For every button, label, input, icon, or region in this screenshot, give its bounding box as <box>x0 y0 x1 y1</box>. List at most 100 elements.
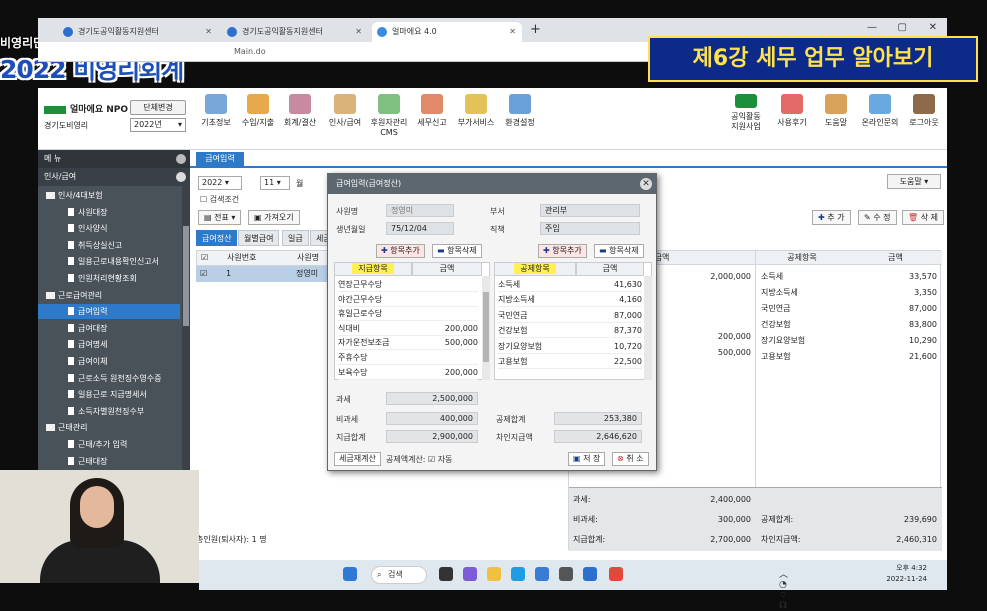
pay-add-item-button[interactable]: ✚ 항목추가 <box>376 244 425 258</box>
toolbar-reviews[interactable]: 사용후기 <box>772 94 812 128</box>
pay-item-name[interactable]: 휴일근로수당 <box>338 306 412 322</box>
scroll-thumb[interactable] <box>183 226 189 326</box>
sidebar-item[interactable]: 인사양식 <box>38 221 180 236</box>
edge-icon[interactable] <box>511 567 525 581</box>
birth-field[interactable]: 75/12/04 <box>386 222 454 235</box>
position-field[interactable]: 주임 <box>540 222 640 235</box>
pay-item-amount[interactable]: 200,000 <box>412 321 478 336</box>
deduction-item-name[interactable]: 국민연금 <box>498 308 576 323</box>
deduction-item-amount[interactable]: 41,630 <box>576 277 642 292</box>
close-icon[interactable]: ✕ <box>205 22 212 42</box>
year-select[interactable]: 2022년 ▾ <box>130 118 186 132</box>
maximize-button[interactable]: ▢ <box>898 22 907 33</box>
sidebar-item[interactable]: 소득자별원천징수부 <box>38 404 180 419</box>
pay-item-name[interactable]: 주휴수당 <box>338 350 412 365</box>
pay-item-amount[interactable]: 200,000 <box>412 365 478 380</box>
delete-button[interactable]: 🗑 삭 제 <box>902 210 944 225</box>
pay-item-name[interactable]: 야간근무수당 <box>338 292 412 307</box>
toolbar-income-expense[interactable]: 수입/지출 <box>238 94 278 128</box>
browser-tab-2[interactable]: 경기도공익활동지원센터 ✕ <box>222 22 368 42</box>
cancel-button[interactable]: ⊗ 취 소 <box>612 452 649 466</box>
deduction-item-name[interactable]: 소득세 <box>498 277 576 292</box>
folder-icon[interactable] <box>487 567 501 581</box>
sidebar-item[interactable]: 근태/추가 입력 <box>38 437 180 452</box>
sidebar-section[interactable]: 인사/급여 <box>38 168 190 186</box>
close-window-button[interactable]: ✕ <box>929 22 937 33</box>
browser-tab-active[interactable]: 얼마에요 4.0 ✕ <box>372 22 522 42</box>
deduction-add-item-button[interactable]: ✚ 항목추가 <box>538 244 587 258</box>
toolbar-settings[interactable]: 환경설정 <box>500 94 540 128</box>
toolbar-logout[interactable]: 로그아웃 <box>904 94 944 128</box>
search-condition-toggle[interactable]: ☐ 검색조건 <box>200 194 239 205</box>
check-icon[interactable]: ☑ <box>201 251 208 265</box>
collapse-icon[interactable] <box>176 154 186 164</box>
windows-start-icon[interactable] <box>343 567 357 581</box>
toolbar-extra-services[interactable]: 부가서비스 <box>456 94 496 128</box>
sidebar-folder[interactable]: 인사/4대보험 <box>38 188 180 203</box>
scroll-thumb[interactable] <box>483 292 489 362</box>
month-combo[interactable]: 11 ▾ <box>260 176 290 190</box>
chrome-icon[interactable] <box>609 567 623 581</box>
taskbar-clock[interactable]: 오후 4:32 2022-11-24 <box>886 563 927 585</box>
new-tab-button[interactable]: + <box>530 22 541 38</box>
pay-item-name[interactable]: 식대비 <box>338 321 412 336</box>
sidebar-item[interactable]: 급여명세 <box>38 337 180 352</box>
pay-item-amount[interactable]: 500,000 <box>412 335 478 351</box>
tab-daily[interactable]: 일급 <box>282 230 309 246</box>
deduction-item-amount[interactable]: 4,160 <box>576 292 642 308</box>
minimize-button[interactable]: — <box>867 22 877 33</box>
deduction-delete-item-button[interactable]: ▬ 항목삭제 <box>594 244 644 258</box>
tax-recalc-button[interactable]: 세금재계산 <box>334 452 381 466</box>
toolbar-hr-payroll[interactable]: 인사/급여 <box>325 94 365 128</box>
sidebar-item[interactable]: 근태대장 <box>38 454 180 469</box>
sidebar-folder[interactable]: 근태관리 <box>38 420 180 435</box>
tray-icons[interactable]: ︿ ◔ ⌔ ☊ <box>779 567 793 611</box>
pay-item-amount[interactable] <box>412 306 478 322</box>
deduction-item-name[interactable]: 건강보험 <box>498 323 576 339</box>
toolbar-help[interactable]: 도움말 <box>816 94 856 128</box>
pay-item-amount[interactable] <box>412 277 478 292</box>
tab-monthly[interactable]: 월별급여 <box>238 230 280 246</box>
tab-settlement[interactable]: 급여정산 <box>196 230 238 246</box>
close-icon[interactable]: ✕ <box>509 22 516 42</box>
taskbar-search[interactable]: ⌕ 검색 <box>371 566 427 584</box>
pay-grid-scrollbar[interactable] <box>482 276 490 380</box>
deduction-item-name[interactable]: 고용보험 <box>498 354 576 369</box>
sidebar-item[interactable]: 급여이체 <box>38 354 180 369</box>
sidebar-folder[interactable]: 근로급여관리 <box>38 288 180 303</box>
app-icon[interactable] <box>583 567 597 581</box>
emp-name-field[interactable]: 정영미 <box>386 204 454 217</box>
sidebar-item[interactable]: 급여대장 <box>38 321 180 336</box>
toolbar-online-inquiry[interactable]: 온라인문의 <box>860 94 900 128</box>
deduction-item-amount[interactable]: 22,500 <box>576 354 642 369</box>
help-dropdown[interactable]: 도움말 ▾ <box>887 174 941 189</box>
sidebar-item[interactable]: 일용근로 지급명세서 <box>38 387 180 402</box>
store-icon[interactable] <box>535 567 549 581</box>
deduction-item-amount[interactable]: 10,720 <box>576 339 642 354</box>
deduction-item-amount[interactable]: 87,370 <box>576 323 642 339</box>
table-row[interactable]: ☑ 1 정영미 <box>196 266 330 282</box>
sidebar-scrollbar[interactable] <box>182 186 190 472</box>
voucher-button[interactable]: ▤ 전표 ▾ <box>198 210 242 225</box>
change-org-button[interactable]: 단체변경 <box>130 100 186 115</box>
task-view-icon[interactable] <box>439 567 453 581</box>
minus-icon[interactable] <box>176 172 186 182</box>
deduction-item-name[interactable]: 장기요양보험 <box>498 339 576 354</box>
edit-button[interactable]: ✎ 수 정 <box>858 210 897 225</box>
pay-item-name[interactable]: 연장근무수당 <box>338 277 412 292</box>
settings-icon[interactable] <box>559 567 573 581</box>
dept-field[interactable]: 관리부 <box>540 204 640 217</box>
browser-tab-1[interactable]: 경기도공익활동지원센터 ✕ <box>58 22 218 42</box>
tab-payroll-entry[interactable]: 급여입력 <box>196 152 244 166</box>
close-icon[interactable]: ✕ <box>355 22 362 42</box>
pay-item-amount[interactable] <box>412 350 478 365</box>
chat-icon[interactable] <box>463 567 477 581</box>
pay-item-amount[interactable] <box>412 292 478 307</box>
import-button[interactable]: ▣ 가져오기 <box>248 210 300 225</box>
sidebar-item[interactable]: 일용근로내용확인신고서 <box>38 254 180 269</box>
pay-item-name[interactable]: 보육수당 <box>338 365 412 380</box>
toolbar-public-support[interactable]: 공익활동 지원사업 <box>726 94 766 132</box>
sidebar-item[interactable]: 사원대장 <box>38 205 180 220</box>
close-icon[interactable]: ✕ <box>640 178 652 190</box>
sidebar-item[interactable]: 취득상실신고 <box>38 238 180 253</box>
